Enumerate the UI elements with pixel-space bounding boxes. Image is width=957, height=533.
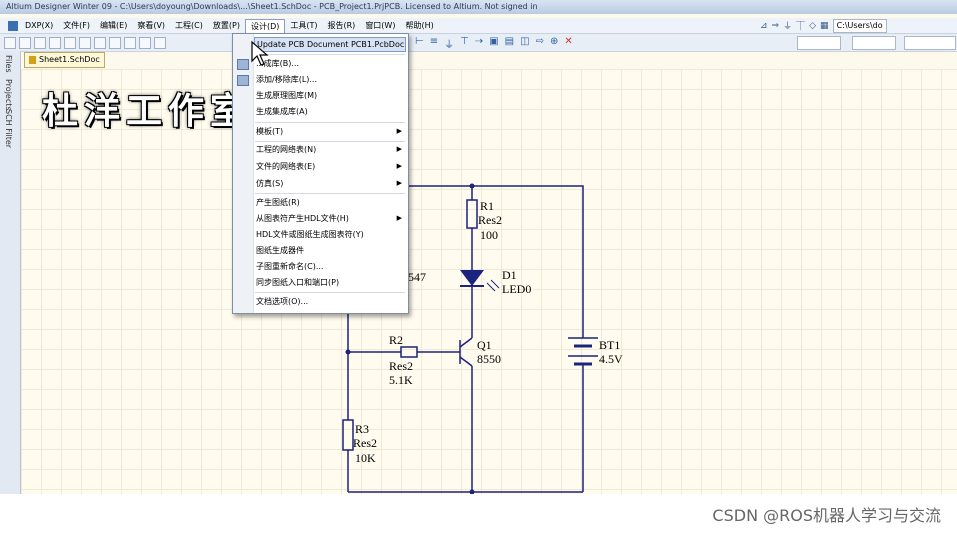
menu-item-make-integrated-library[interactable]: 生成集成库(A) bbox=[254, 104, 406, 119]
r3-designator: R3 bbox=[355, 422, 369, 436]
bt1-designator: BT1 bbox=[599, 338, 620, 352]
menu-item-create-sheet[interactable]: 产生图纸(R) bbox=[254, 195, 406, 210]
menu-item-label: 生成原理图库(M) bbox=[256, 91, 318, 100]
menu-item-rename-child-sheet[interactable]: 子图重新命名(C)... bbox=[254, 259, 406, 274]
menu-item-label: 添加/移除库(L)... bbox=[256, 75, 318, 84]
menu-item-document-netlist[interactable]: 文件的网络表(E) ▶ bbox=[254, 159, 406, 174]
menu-item-make-sch-library[interactable]: 生成原理图库(M) bbox=[254, 88, 406, 103]
design-menu-dropdown: Update PCB Document PCB1.PcbDoc ...成库(B)… bbox=[232, 33, 409, 314]
menu-item-templates[interactable]: 模板(T) ▶ bbox=[254, 124, 406, 139]
menu-separator bbox=[255, 292, 405, 293]
menu-item-label: 文档选项(O)... bbox=[256, 297, 309, 306]
mouse-cursor-icon bbox=[251, 41, 269, 66]
schematic-drawing: R1 Res2 100 D1 LED0 547 Q1 8550 R2 Res2 … bbox=[342, 183, 623, 494]
r3-value: 10K bbox=[355, 451, 376, 465]
menu-item-label: Update PCB Document PCB1.PcbDoc bbox=[257, 40, 405, 49]
r1-value: 100 bbox=[480, 228, 498, 242]
q1-designator: Q1 bbox=[477, 338, 492, 352]
add-remove-library-icon bbox=[237, 75, 249, 86]
partial-component-value: 547 bbox=[408, 270, 426, 284]
led-d1-arrows bbox=[486, 279, 500, 292]
menu-item-create-component-from-sheet[interactable]: 图纸生成器件 bbox=[254, 243, 406, 258]
menu-item-label: 从图表符产生HDL文件(H) bbox=[256, 214, 349, 223]
r2-type: Res2 bbox=[389, 359, 413, 373]
menu-separator bbox=[255, 193, 405, 194]
submenu-arrow-icon: ▶ bbox=[396, 162, 402, 170]
r1-designator: R1 bbox=[480, 199, 494, 213]
menu-item-browse-library[interactable]: ...成库(B)... bbox=[254, 56, 406, 71]
bt1-value: 4.5V bbox=[599, 352, 623, 366]
menu-separator bbox=[255, 54, 405, 55]
altium-window: Altium Designer Winter 09 - C:\Users\doy… bbox=[0, 0, 957, 494]
battery-bt1-symbol bbox=[568, 330, 598, 372]
menu-item-create-symbol-from-hdl[interactable]: HDL文件或图纸生成图表符(Y) bbox=[254, 227, 406, 242]
junction-dot bbox=[469, 489, 475, 494]
menu-item-label: 子图重新命名(C)... bbox=[256, 262, 324, 271]
d1-designator: D1 bbox=[502, 268, 517, 282]
menu-item-label: 模板(T) bbox=[256, 127, 284, 136]
resistor-r1-symbol bbox=[466, 199, 478, 229]
menu-item-project-netlist[interactable]: 工程的网络表(N) ▶ bbox=[254, 142, 406, 157]
menu-item-label: 文件的网络表(E) bbox=[256, 162, 316, 171]
menu-item-sync-sheet-entries[interactable]: 同步图纸入口和端口(P) bbox=[254, 275, 406, 290]
r3-type: Res2 bbox=[353, 436, 377, 450]
menu-item-label: 生成集成库(A) bbox=[256, 107, 308, 116]
r1-type: Res2 bbox=[478, 213, 502, 227]
menu-item-label: 工程的网络表(N) bbox=[256, 145, 317, 154]
resistor-r2-symbol bbox=[400, 346, 418, 358]
r2-value: 5.1K bbox=[389, 373, 413, 387]
transistor-q1-symbol bbox=[459, 337, 473, 367]
menu-item-label: 产生图纸(R) bbox=[256, 198, 300, 207]
submenu-arrow-icon: ▶ bbox=[396, 179, 402, 187]
menu-item-label: HDL文件或图纸生成图表符(Y) bbox=[256, 230, 364, 239]
submenu-arrow-icon: ▶ bbox=[396, 214, 402, 222]
q1-value: 8550 bbox=[477, 352, 501, 366]
menu-item-label: 仿真(S) bbox=[256, 179, 284, 188]
led-d1-symbol bbox=[460, 270, 484, 286]
menu-separator bbox=[255, 122, 405, 123]
submenu-arrow-icon: ▶ bbox=[396, 127, 402, 135]
junction-dot bbox=[469, 183, 475, 189]
studio-watermark: 杜洋工作室 bbox=[42, 91, 253, 132]
menu-item-label: 同步图纸入口和端口(P) bbox=[256, 278, 340, 287]
d1-value: LED0 bbox=[502, 282, 531, 296]
submenu-arrow-icon: ▶ bbox=[396, 145, 402, 153]
csdn-credit: CSDN @ROS机器人学习与交流 bbox=[712, 506, 941, 525]
menu-item-update-pcb[interactable]: Update PCB Document PCB1.PcbDoc bbox=[254, 37, 406, 52]
resistor-r3-symbol bbox=[342, 419, 354, 451]
menu-item-simulate[interactable]: 仿真(S) ▶ bbox=[254, 176, 406, 191]
menu-item-document-options[interactable]: 文档选项(O)... bbox=[254, 294, 406, 309]
library-icon bbox=[237, 59, 249, 70]
menu-item-create-hdl-from-symbol[interactable]: 从图表符产生HDL文件(H) ▶ bbox=[254, 211, 406, 226]
r2-designator: R2 bbox=[389, 333, 403, 347]
menu-item-label: 图纸生成器件 bbox=[256, 246, 304, 255]
junction-dot bbox=[345, 349, 351, 355]
menu-item-add-remove-library[interactable]: 添加/移除库(L)... bbox=[254, 72, 406, 87]
